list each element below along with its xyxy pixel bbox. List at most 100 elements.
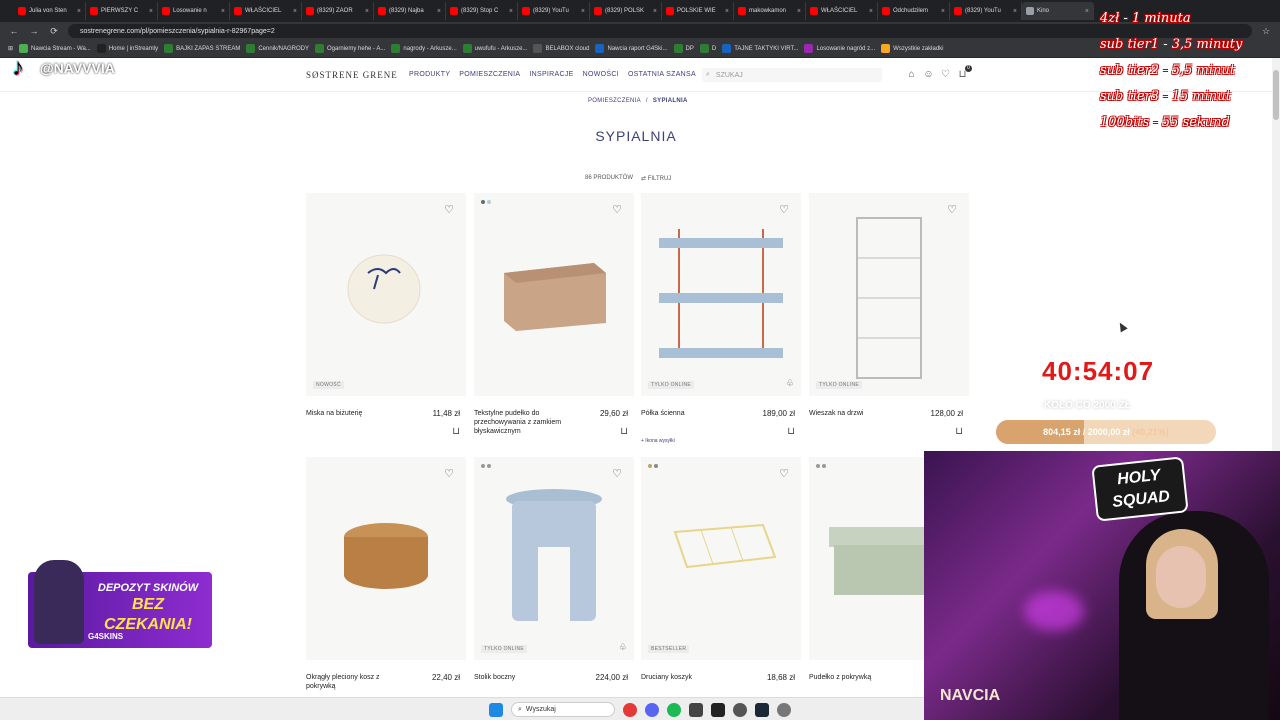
url-bar[interactable]: sostrenegrene.com/pl/pomieszczenia/sypia…: [68, 24, 1252, 38]
bookmark-item[interactable]: uwufufu - Arkusze...: [462, 44, 527, 53]
product-note[interactable]: + Ikona wysyłki: [641, 438, 675, 444]
tab-close-icon[interactable]: ×: [437, 8, 441, 15]
product-image[interactable]: [474, 457, 634, 660]
product-name[interactable]: Miska na biżuterię: [306, 409, 406, 418]
add-to-cart-icon[interactable]: ⊔: [955, 426, 963, 437]
page-scrollbar[interactable]: [1272, 58, 1280, 451]
steam-icon[interactable]: [755, 702, 769, 717]
tab-close-icon[interactable]: ×: [365, 8, 369, 15]
browser-tab[interactable]: WŁAŚCICIEL ×: [806, 2, 878, 20]
nav-nowosci[interactable]: NOWOŚCI: [583, 71, 619, 78]
wishlist-heart-icon[interactable]: ♡: [779, 203, 789, 216]
store-icon[interactable]: ⌂: [906, 69, 917, 80]
nav-pomieszczenia[interactable]: POMIESZCZENIA: [459, 71, 520, 78]
site-logo[interactable]: SØSTRENE GRENE: [306, 70, 398, 80]
browser-tab[interactable]: Julia von Sten ×: [14, 2, 86, 20]
taskbar-search[interactable]: ⌕ Wyszukaj: [511, 702, 615, 717]
tab-close-icon[interactable]: ×: [149, 8, 153, 15]
browser-tab[interactable]: (8329) YouTu ×: [950, 2, 1022, 20]
tab-close-icon[interactable]: ×: [581, 8, 585, 15]
product-image[interactable]: [306, 193, 466, 396]
bookmark-item[interactable]: nagrody - Arkusze...: [391, 44, 457, 53]
reload-icon[interactable]: ⟳: [48, 26, 60, 37]
product-name[interactable]: Pudełko z pokrywką: [809, 673, 909, 682]
scroll-thumb[interactable]: [1273, 70, 1279, 120]
wishlist-icon[interactable]: ♡: [940, 69, 951, 80]
browser-tab[interactable]: PIERWSZY C ×: [86, 2, 158, 20]
wishlist-heart-icon[interactable]: ♡: [612, 203, 622, 216]
obs-icon[interactable]: [733, 702, 747, 717]
search-input[interactable]: ⌕ SZUKAJ: [702, 68, 882, 82]
nav-produkty[interactable]: PRODUKTY: [409, 71, 450, 78]
forward-icon[interactable]: →: [28, 26, 40, 36]
browser-tab[interactable]: Losowanie n ×: [158, 2, 230, 20]
tab-close-icon[interactable]: ×: [1013, 8, 1017, 15]
account-icon[interactable]: ☺: [923, 69, 934, 80]
breadcrumb-pomieszczenia[interactable]: POMIESZCZENIA: [588, 98, 641, 104]
cart-icon[interactable]: ⊔ 0: [957, 65, 972, 80]
browser-tab[interactable]: Kino ×: [1022, 2, 1094, 20]
product-name[interactable]: Tekstylne pudełko do przechowywania z za…: [474, 409, 574, 436]
nav-ostatnia-szansa[interactable]: OSTATNIA SZANSA: [628, 71, 696, 78]
browser-tab[interactable]: (8329) ZAOR ×: [302, 2, 374, 20]
color-variant-dot[interactable]: [654, 464, 658, 468]
tab-close-icon[interactable]: ×: [293, 8, 297, 15]
browser-tab[interactable]: (8329) Najba ×: [374, 2, 446, 20]
product-image[interactable]: [641, 457, 801, 660]
product-image[interactable]: [306, 457, 466, 660]
discord-icon[interactable]: [645, 702, 659, 717]
tab-close-icon[interactable]: ×: [725, 8, 729, 15]
bookmark-item[interactable]: Ogarniemy hehe - A...: [315, 44, 385, 53]
product-name[interactable]: Półka ścienna: [641, 409, 741, 418]
wishlist-heart-icon[interactable]: ♡: [779, 467, 789, 480]
tab-close-icon[interactable]: ×: [869, 8, 873, 15]
tab-close-icon[interactable]: ×: [509, 8, 513, 15]
product-name[interactable]: Wieszak na drzwi: [809, 409, 909, 418]
apps-icon[interactable]: ⊞: [8, 45, 13, 52]
product-image[interactable]: [641, 193, 801, 396]
color-variant-dot[interactable]: [487, 464, 491, 468]
product-name[interactable]: Druciany koszyk: [641, 673, 741, 682]
browser-tab[interactable]: (8329) POLSK ×: [590, 2, 662, 20]
nav-inspiracje[interactable]: INSPIRACJE: [529, 71, 573, 78]
tab-close-icon[interactable]: ×: [1085, 8, 1089, 15]
bookmark-item[interactable]: BELABOX cloud: [533, 44, 589, 53]
color-variant-dot[interactable]: [648, 464, 652, 468]
add-to-cart-icon[interactable]: ⊔: [620, 426, 628, 437]
color-variant-dot[interactable]: [487, 200, 491, 204]
add-to-cart-icon[interactable]: ⊔: [787, 426, 795, 437]
bookmark-item[interactable]: TAJNE TAKTYKI VIRT...: [722, 44, 798, 53]
filter-button[interactable]: ⇄ FILTRUJ: [641, 175, 671, 182]
product-name[interactable]: Okrągły pleciony kosz z pokrywką: [306, 673, 406, 691]
wishlist-heart-icon[interactable]: ♡: [612, 467, 622, 480]
tab-close-icon[interactable]: ×: [77, 8, 81, 15]
bookmark-item[interactable]: D: [699, 44, 716, 53]
bookmark-item[interactable]: Cennik/NAGRODY: [246, 44, 309, 53]
wishlist-heart-icon[interactable]: ♡: [444, 203, 454, 216]
tab-close-icon[interactable]: ×: [941, 8, 945, 15]
product-image[interactable]: [474, 193, 634, 396]
bookmark-item[interactable]: Nawcia raport G4Ski...: [595, 44, 668, 53]
bookmark-item[interactable]: Wszystkie zakładki: [881, 44, 944, 53]
tab-close-icon[interactable]: ×: [221, 8, 225, 15]
product-image[interactable]: [809, 193, 969, 396]
browser-tab[interactable]: Odchudzilem ×: [878, 2, 950, 20]
bookmark-item[interactable]: Home | inStreamly: [96, 44, 158, 53]
color-variant-dot[interactable]: [816, 464, 820, 468]
color-variant-dot[interactable]: [481, 200, 485, 204]
tab-close-icon[interactable]: ×: [797, 8, 801, 15]
bookmark-item[interactable]: BAJKI ZAPAS STREAM: [164, 44, 240, 53]
browser-tab[interactable]: (8329) Stop C ×: [446, 2, 518, 20]
browser-tab[interactable]: POLSKIE WIE ×: [662, 2, 734, 20]
settings-icon[interactable]: [777, 702, 791, 717]
color-variant-dot[interactable]: [822, 464, 826, 468]
bookmark-item[interactable]: Nawcia Stream - Wa...: [19, 44, 91, 53]
xbox-icon[interactable]: [689, 702, 703, 717]
browser-tab[interactable]: (8329) YouTu ×: [518, 2, 590, 20]
browser-tab[interactable]: WŁAŚCICIEL ×: [230, 2, 302, 20]
browser-tab[interactable]: makowkamon ×: [734, 2, 806, 20]
windows-start-icon[interactable]: [489, 702, 503, 717]
back-icon[interactable]: ←: [8, 26, 20, 36]
add-to-cart-icon[interactable]: ⊔: [452, 426, 460, 437]
bookmark-item[interactable]: Losowanie nagród z...: [804, 44, 875, 53]
